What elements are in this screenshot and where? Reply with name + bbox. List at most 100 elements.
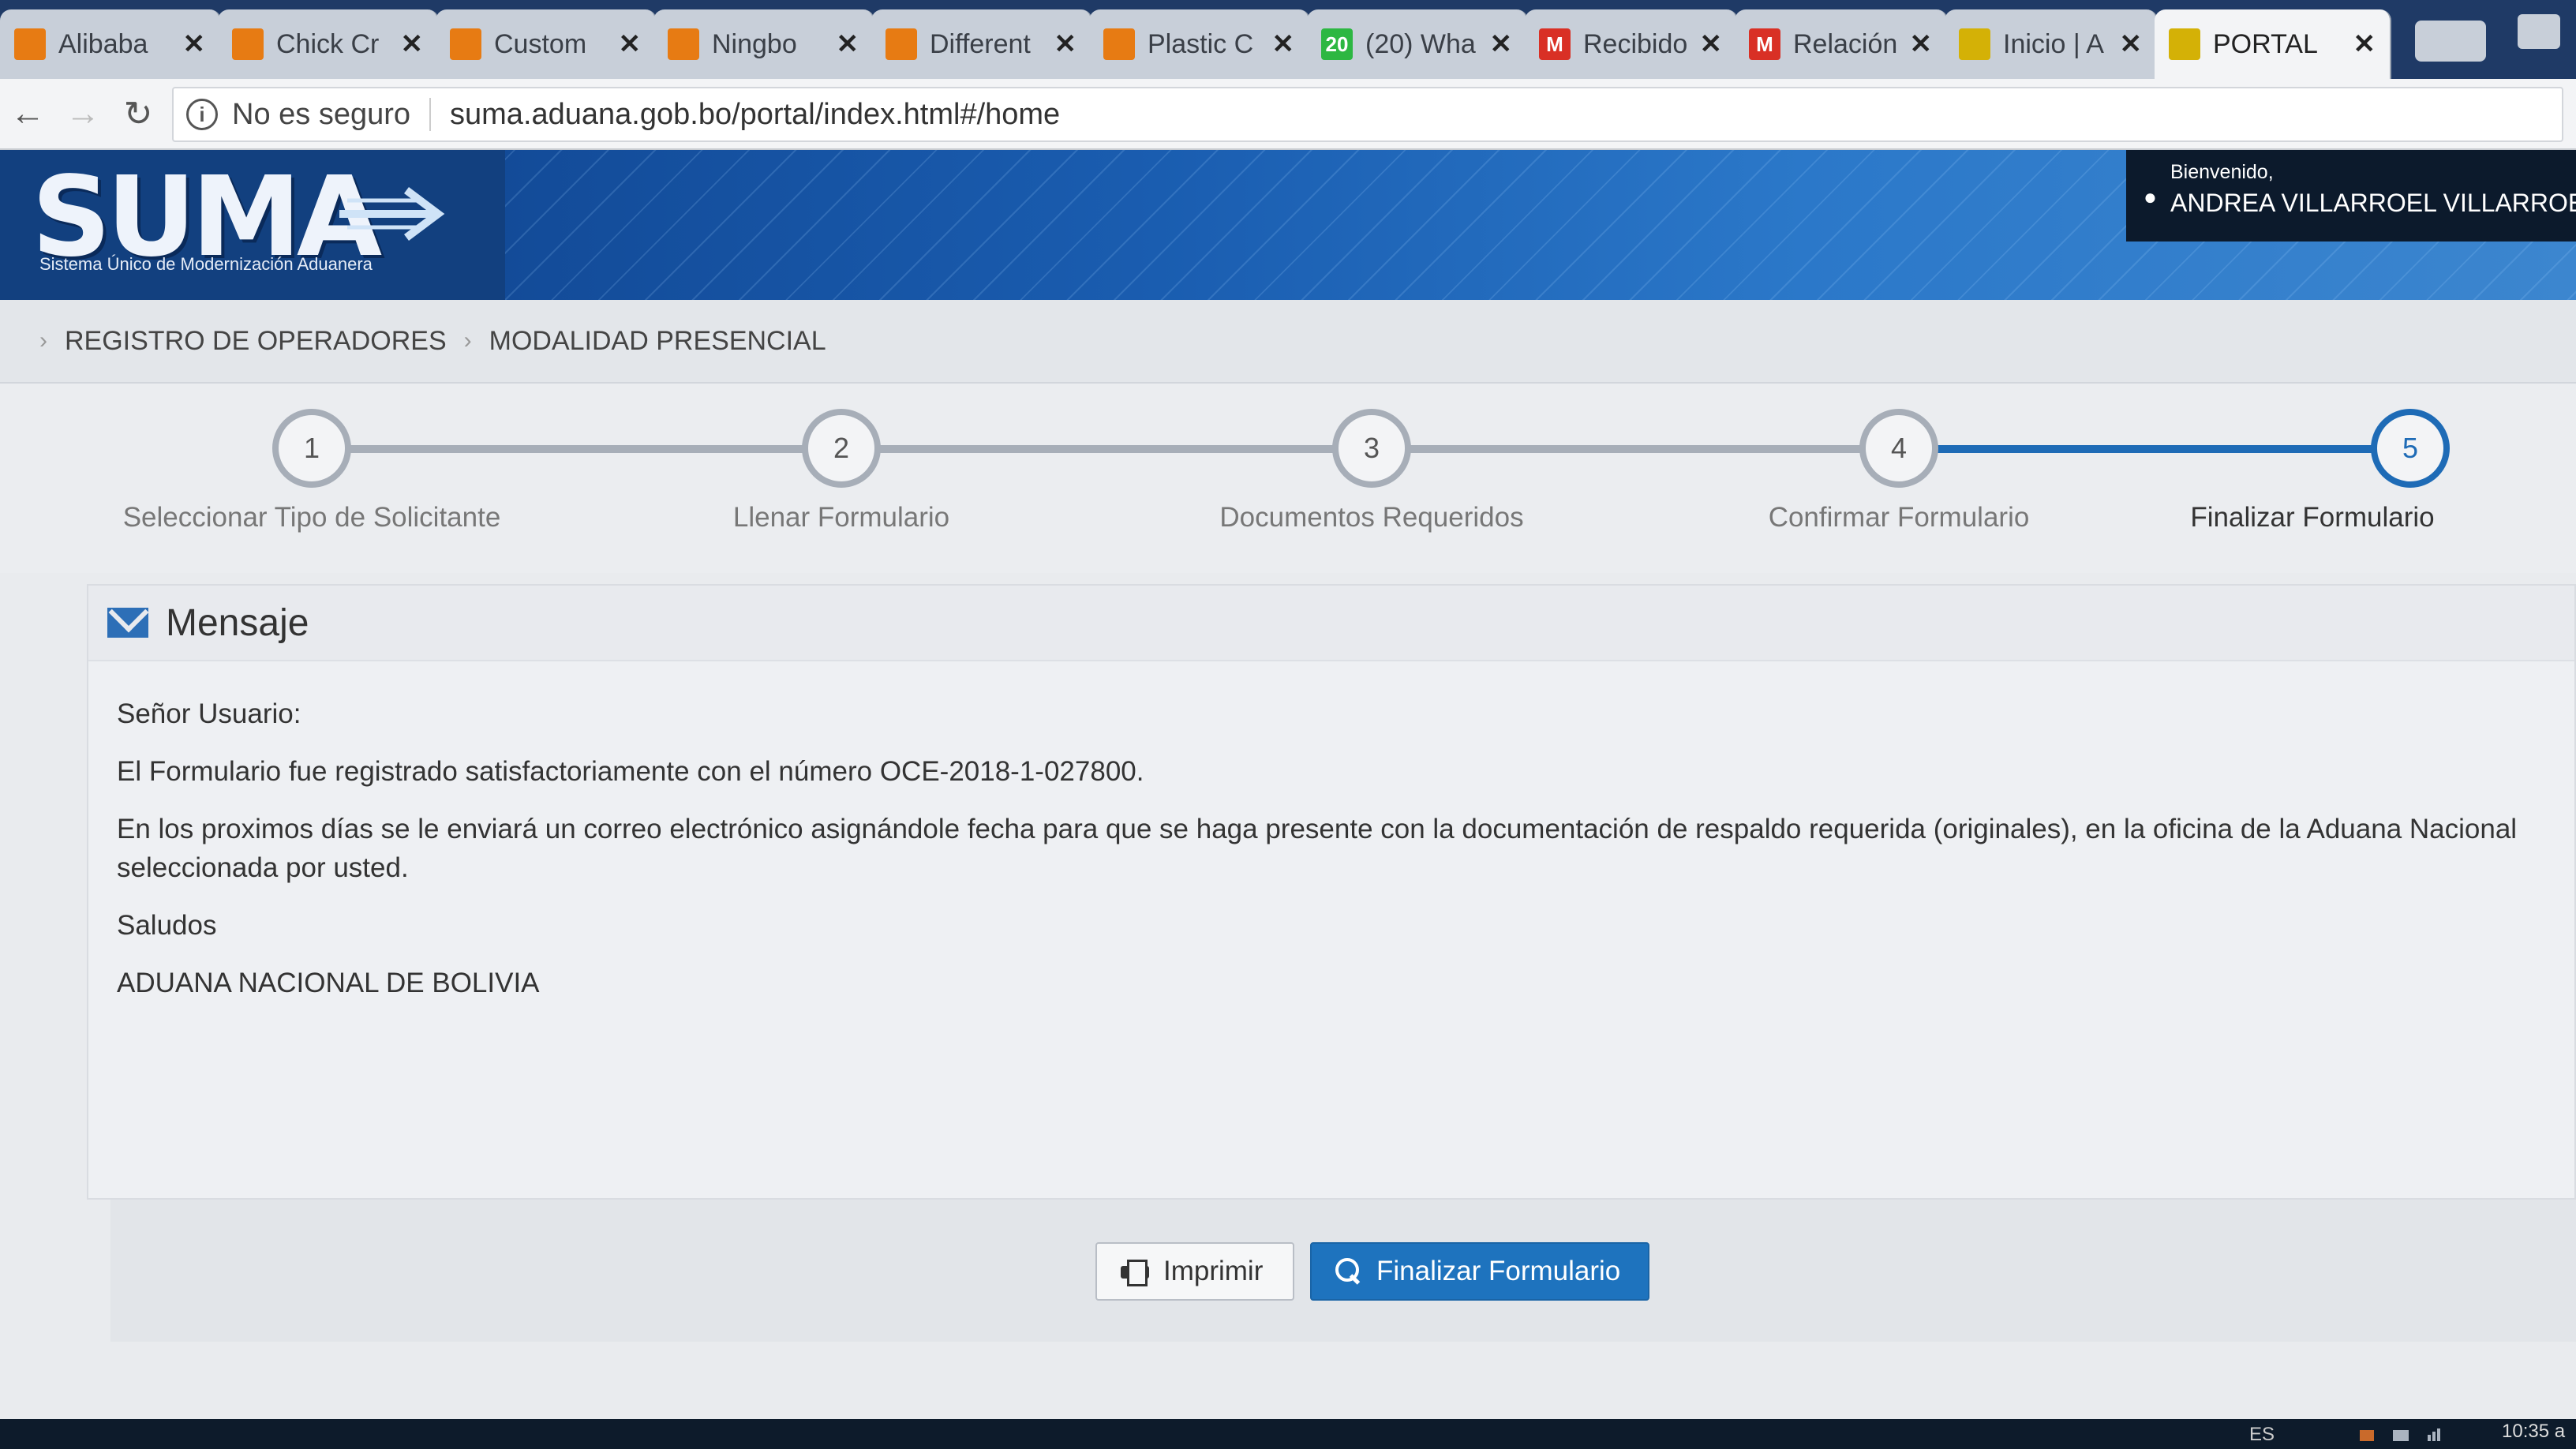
wizard-step-1-circle[interactable]: 1	[272, 409, 351, 488]
wizard-step-2-circle[interactable]: 2	[802, 409, 881, 488]
wizard-stepper: 1 Seleccionar Tipo de Solicitante 2 Llenar …	[0, 384, 2576, 573]
security-indicator[interactable]: No es seguro	[232, 98, 410, 132]
user-name: ANDREA VILLARROEL VILLARROEL ()	[2170, 189, 2576, 217]
os-taskbar: ES 10:35 a	[0, 1419, 2576, 1449]
print-button[interactable]: Imprimir	[1095, 1242, 1294, 1301]
alibaba-icon	[232, 28, 264, 60]
close-icon[interactable]: ✕	[1490, 28, 1513, 60]
user-icon: ●	[2144, 185, 2157, 209]
message-header: Mensaje	[88, 586, 2574, 661]
close-icon[interactable]: ✕	[2120, 28, 2143, 60]
tab-title: Different	[930, 28, 1031, 59]
browser-tab-strip: Alibaba ✕ Chick Cr ✕ Custom ✕ Ningbo ✕ Different…	[0, 0, 2576, 79]
finish-form-button[interactable]: Finalizar Formulario	[1310, 1242, 1649, 1301]
reload-icon[interactable]: ↻	[110, 86, 166, 141]
wizard-step-4-circle[interactable]: 4	[1859, 409, 1938, 488]
browser-tab[interactable]: Custom ✕	[436, 9, 657, 79]
gmail-icon: M	[1539, 28, 1571, 60]
close-icon[interactable]: ✕	[1700, 28, 1723, 60]
browser-tab[interactable]: Alibaba ✕	[0, 9, 221, 79]
message-body: Señor Usuario: El Formulario fue registr…	[88, 661, 2574, 1002]
address-divider	[429, 98, 432, 131]
new-tab-button[interactable]	[2415, 21, 2486, 62]
browser-tab[interactable]: M Relación ✕	[1735, 9, 1948, 79]
close-icon[interactable]: ✕	[401, 28, 424, 60]
tab-title: Chick Cr	[276, 28, 380, 59]
portal-page: SUMA Sistema Único de Modernización Adua…	[0, 150, 2576, 1449]
breadcrumb-item-registro[interactable]: REGISTRO DE OPERADORES	[65, 326, 447, 357]
browser-tab[interactable]: 20 (20) Wha ✕	[1307, 9, 1528, 79]
wizard-connector	[312, 445, 841, 453]
printer-icon	[1121, 1260, 1149, 1286]
logo-arrow-icon	[339, 187, 445, 241]
tab-title: Relación	[1793, 28, 1897, 59]
breadcrumb: › REGISTRO DE OPERADORES › MODALIDAD PRE…	[0, 300, 2576, 384]
message-salutation: Señor Usuario:	[117, 698, 301, 729]
address-bar[interactable]: i No es seguro suma.aduana.gob.bo/portal…	[172, 87, 2563, 142]
message-title: Mensaje	[166, 601, 309, 644]
welcome-box[interactable]: ● Bienvenido, ANDREA VILLARROEL VILLARRO…	[2126, 150, 2576, 242]
message-signature: ADUANA NACIONAL DE BOLIVIA	[117, 968, 540, 998]
tab-title: (20) Wha	[1365, 28, 1476, 59]
browser-tab[interactable]: PORTAL ✕	[2155, 9, 2391, 79]
tab-title: PORTAL	[2213, 28, 2318, 59]
browser-tab[interactable]: Different ✕	[871, 9, 1092, 79]
suma-logo[interactable]: SUMA Sistema Único de Modernización Adua…	[0, 150, 505, 300]
browser-profile-icon[interactable]	[2518, 14, 2560, 49]
close-icon[interactable]: ✕	[1054, 28, 1077, 60]
close-icon[interactable]: ✕	[1272, 28, 1295, 60]
clock[interactable]: 10:35 a	[2502, 1421, 2565, 1443]
browser-tab[interactable]: Inicio | A ✕	[1945, 9, 2158, 79]
info-icon[interactable]: i	[186, 99, 218, 130]
wizard-step-2-label: Llenar Formulario	[732, 502, 950, 533]
url-text[interactable]: suma.aduana.gob.bo/portal/index.html#/ho…	[450, 98, 1060, 132]
finish-label: Finalizar Formulario	[1376, 1256, 1621, 1286]
tab-title: Custom	[494, 28, 587, 59]
wizard-step-5-label: Finalizar Formulario	[2190, 502, 2435, 533]
browser-tab[interactable]: Ningbo ✕	[653, 9, 874, 79]
bolivia-flag-icon	[2169, 28, 2200, 60]
language-indicator[interactable]: ES	[2249, 1424, 2275, 1446]
bolivia-flag-icon	[1959, 28, 1990, 60]
forward-arrow-icon[interactable]: →	[55, 86, 110, 141]
close-icon[interactable]: ✕	[619, 28, 642, 60]
back-arrow-icon[interactable]: ←	[0, 86, 55, 141]
print-label: Imprimir	[1163, 1256, 1264, 1286]
alibaba-icon	[886, 28, 917, 60]
close-icon[interactable]: ✕	[837, 28, 859, 60]
wizard-step-1-label: Seleccionar Tipo de Solicitante	[122, 502, 501, 533]
browser-tab[interactable]: Plastic C ✕	[1089, 9, 1310, 79]
browser-tab[interactable]: M Recibido ✕	[1525, 9, 1738, 79]
browser-toolbar: ← → ↻ i No es seguro suma.aduana.gob.bo/…	[0, 79, 2576, 150]
alibaba-icon	[668, 28, 699, 60]
wizard-step-5-circle[interactable]: 5	[2371, 409, 2450, 488]
alibaba-icon	[14, 28, 46, 60]
system-tray-icons[interactable]	[2352, 1427, 2454, 1443]
tab-title: Alibaba	[58, 28, 148, 59]
breadcrumb-item-modalidad[interactable]: MODALIDAD PRESENCIAL	[489, 326, 826, 357]
wizard-step-3-label: Documentos Requeridos	[1219, 502, 1524, 533]
search-icon	[1335, 1258, 1362, 1285]
message-closing: Saludos	[117, 910, 217, 941]
wizard-connector	[1372, 445, 1899, 453]
chevron-right-icon: ›	[463, 328, 472, 354]
tab-title: Inicio | A	[2003, 28, 2104, 59]
close-icon[interactable]: ✕	[1910, 28, 1933, 60]
message-panel: Mensaje Señor Usuario: El Formulario fue…	[87, 584, 2576, 1200]
action-bar: Imprimir Finalizar Formulario	[110, 1200, 2576, 1342]
browser-tab[interactable]: Chick Cr ✕	[218, 9, 439, 79]
tab-title: Ningbo	[712, 28, 797, 59]
wizard-step-3-circle[interactable]: 3	[1332, 409, 1411, 488]
alibaba-icon	[450, 28, 481, 60]
welcome-greeting: Bienvenido,	[2170, 161, 2274, 183]
tab-title: Recibido	[1583, 28, 1687, 59]
chevron-right-icon: ›	[39, 328, 47, 354]
close-icon[interactable]: ✕	[183, 28, 206, 60]
alibaba-icon	[1103, 28, 1135, 60]
close-icon[interactable]: ✕	[2353, 28, 2376, 60]
whatsapp-icon: 20	[1321, 28, 1353, 60]
tab-title: Plastic C	[1148, 28, 1254, 59]
wizard-connector	[1899, 445, 2410, 453]
message-next-steps: En los proximos días se le enviará un co…	[117, 814, 2518, 883]
envelope-icon	[107, 608, 148, 638]
